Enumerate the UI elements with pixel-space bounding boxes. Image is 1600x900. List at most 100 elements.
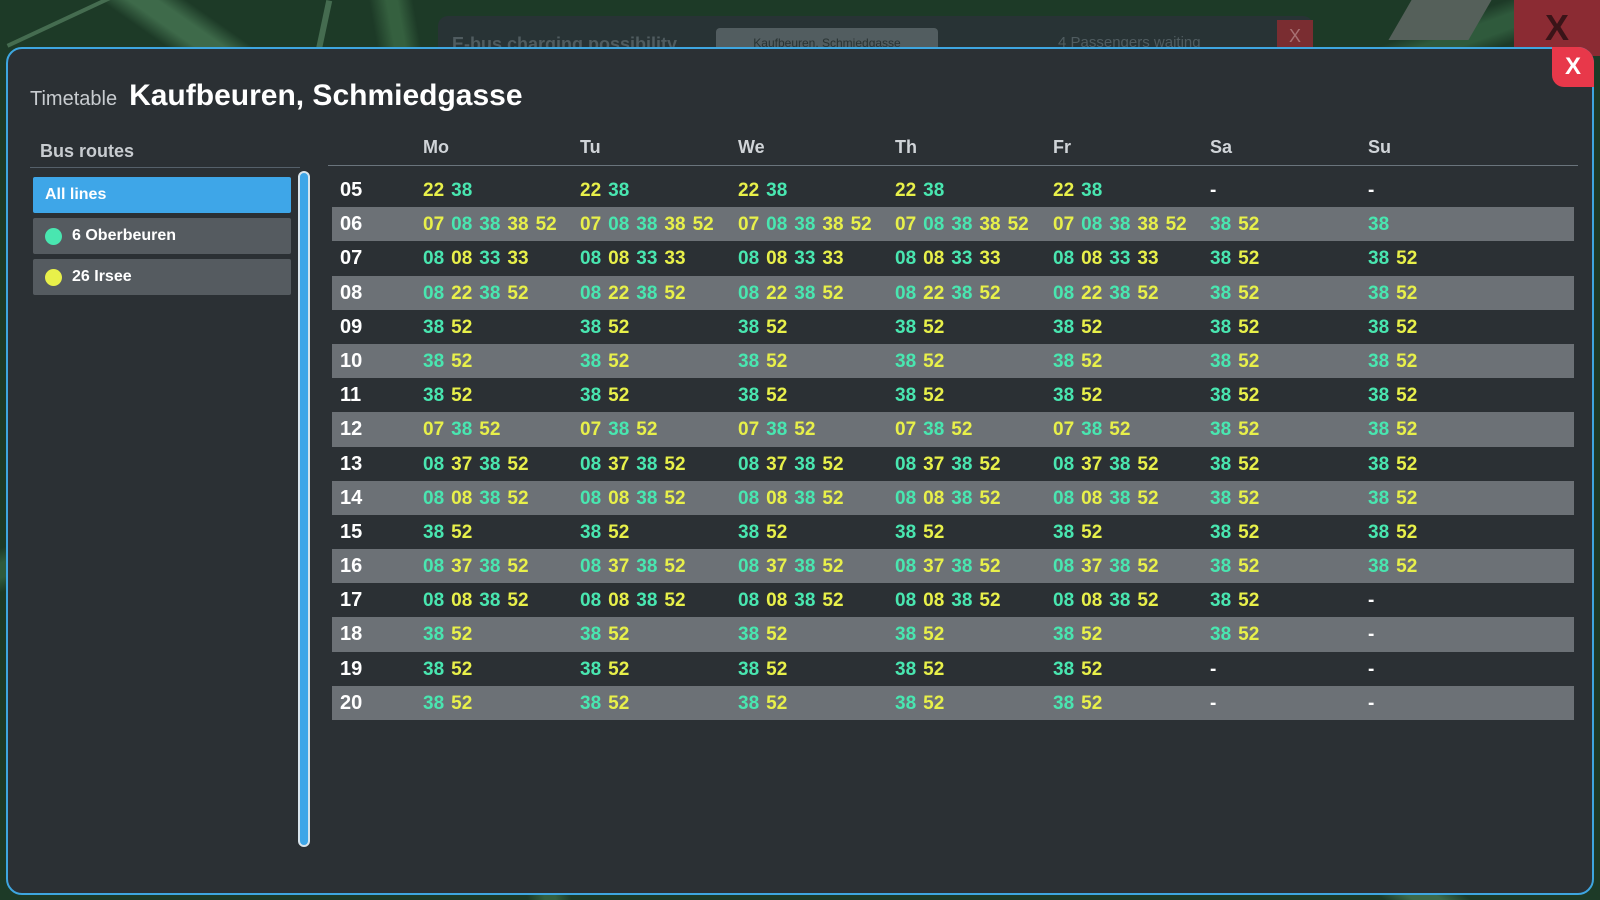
departure-minute: 52	[1109, 419, 1131, 441]
departure-cell: 38 52	[1210, 590, 1266, 612]
departure-minute: 38	[1210, 556, 1232, 578]
departure-minute: 38	[580, 658, 602, 680]
departure-minute: 52	[1396, 419, 1418, 441]
departure-cell: -	[1368, 693, 1374, 715]
departure-minute: 38	[423, 521, 445, 543]
departure-minute: 08	[738, 248, 760, 270]
departure-cell: 08 08 38 52	[580, 590, 693, 612]
departure-minute: 52	[664, 282, 686, 304]
departure-cell: 08 08 38 52	[423, 488, 536, 510]
departure-minute: 52	[1238, 350, 1260, 372]
day-header-tu: Tu	[580, 137, 601, 157]
route-6-oberbeuren[interactable]: 6 Oberbeuren	[33, 218, 291, 254]
departure-minute: 52	[766, 624, 788, 646]
departure-cell: 38 52	[895, 693, 951, 715]
departure-cell: 08 08 38 52	[895, 590, 1008, 612]
departure-cell: 38 52	[1053, 351, 1109, 373]
hour-label: 08	[340, 281, 363, 304]
departure-cell: 38 52	[1210, 351, 1266, 373]
table-row: 09 38 52 38 52 38 52 38 52 38 52 38 52 38 52	[332, 310, 1574, 344]
departure-minute: 52	[1396, 385, 1418, 407]
window-title: Timetable Kaufbeuren, Schmiedgasse	[30, 79, 523, 113]
departure-minute: 08	[608, 248, 630, 270]
departure-minute: 38	[580, 692, 602, 714]
departure-minute: 52	[1081, 624, 1103, 646]
departure-cell: 07 38 52	[580, 419, 664, 441]
departure-minute: 08	[738, 487, 760, 509]
departure-minute: 37	[608, 453, 630, 475]
route-label: 6 Oberbeuren	[72, 227, 177, 244]
departure-minute: 22	[738, 180, 760, 201]
departure-minute: 08	[580, 248, 602, 270]
departure-minute: 52	[1396, 556, 1418, 578]
departure-minute: 38	[1368, 282, 1390, 304]
departure-minute: 52	[608, 521, 630, 543]
departure-cell: 38 52	[423, 317, 479, 339]
close-button[interactable]: X	[1552, 47, 1594, 87]
departure-minute: 08	[895, 487, 917, 509]
departure-minute: 07	[423, 214, 445, 236]
departure-cell: 38 52	[423, 693, 479, 715]
departure-minute: 38	[1109, 590, 1131, 612]
hour-label: 10	[340, 349, 363, 372]
departure-minute: 52	[923, 658, 945, 680]
departure-minute: 37	[923, 453, 945, 475]
route-26-irsee[interactable]: 26 Irsee	[33, 259, 291, 295]
departure-cell: 08 22 38 52	[423, 283, 536, 305]
departure-minute: 22	[923, 282, 945, 304]
departure-minute: 52	[507, 282, 529, 304]
departure-minute: 38	[794, 556, 816, 578]
departure-cell: 08 37 38 52	[738, 454, 851, 476]
routes-scrollbar[interactable]	[298, 171, 310, 847]
route-color-dot-icon	[45, 227, 62, 245]
departure-minute: 33	[664, 248, 686, 270]
departure-minute: 37	[1081, 453, 1103, 475]
departure-minute: 38	[794, 214, 816, 236]
departure-minute: 33	[636, 248, 658, 270]
departure-minute: 38	[951, 282, 973, 304]
departure-cell: 38 52	[1210, 624, 1266, 646]
departure-cell: -	[1368, 659, 1374, 681]
departure-minute: 38	[1368, 316, 1390, 338]
departure-cell: 22 38	[1053, 180, 1109, 202]
no-departure: -	[1368, 590, 1375, 612]
departure-minute: 38	[1053, 350, 1075, 372]
departure-minute: 08	[608, 487, 630, 509]
departure-minute: 38	[895, 385, 917, 407]
departure-minute: 08	[1081, 248, 1103, 270]
departure-minute: 38	[738, 692, 760, 714]
table-row: 05 22 38 22 38 22 38 22 38 22 38 - -	[332, 173, 1574, 207]
departure-minute: 52	[766, 316, 788, 338]
departure-cell: 38 52	[895, 659, 951, 681]
departure-cell: 08 22 38 52	[1053, 283, 1166, 305]
departure-cell: 38 52	[580, 351, 636, 373]
departure-minute: 33	[979, 248, 1001, 270]
stop-name: Kaufbeuren, Schmiedgasse	[129, 79, 523, 112]
departure-minute: 52	[1238, 282, 1260, 304]
departure-minute: 52	[507, 487, 529, 509]
departure-cell: 08 37 38 52	[1053, 556, 1166, 578]
departure-minute: 38	[895, 521, 917, 543]
departure-minute: 52	[979, 556, 1001, 578]
departure-minute: 07	[895, 419, 917, 441]
departure-minute: 52	[1137, 487, 1159, 509]
departure-cell: 38 52	[738, 693, 794, 715]
departure-cell: 08 22 38 52	[580, 283, 693, 305]
departure-minute: 38	[794, 282, 816, 304]
no-departure: -	[1368, 624, 1375, 646]
departure-minute: 08	[766, 590, 788, 612]
departure-minute: 08	[580, 487, 602, 509]
departure-minute: 38	[794, 590, 816, 612]
departure-minute: 38	[636, 556, 658, 578]
table-row: 18 38 52 38 52 38 52 38 52 38 52 38 52 -	[332, 617, 1574, 652]
departure-cell: 38 52	[738, 385, 794, 407]
departure-minute: 52	[923, 385, 945, 407]
departure-minute: 52	[766, 692, 788, 714]
departure-minute: 08	[1053, 282, 1075, 304]
departure-minute: 52	[451, 658, 473, 680]
departure-minute: 08	[1053, 453, 1075, 475]
route-all-lines[interactable]: All lines	[33, 177, 291, 213]
departure-minute: 08	[738, 282, 760, 304]
no-departure: -	[1210, 180, 1217, 201]
departure-minute: 52	[1238, 316, 1260, 338]
